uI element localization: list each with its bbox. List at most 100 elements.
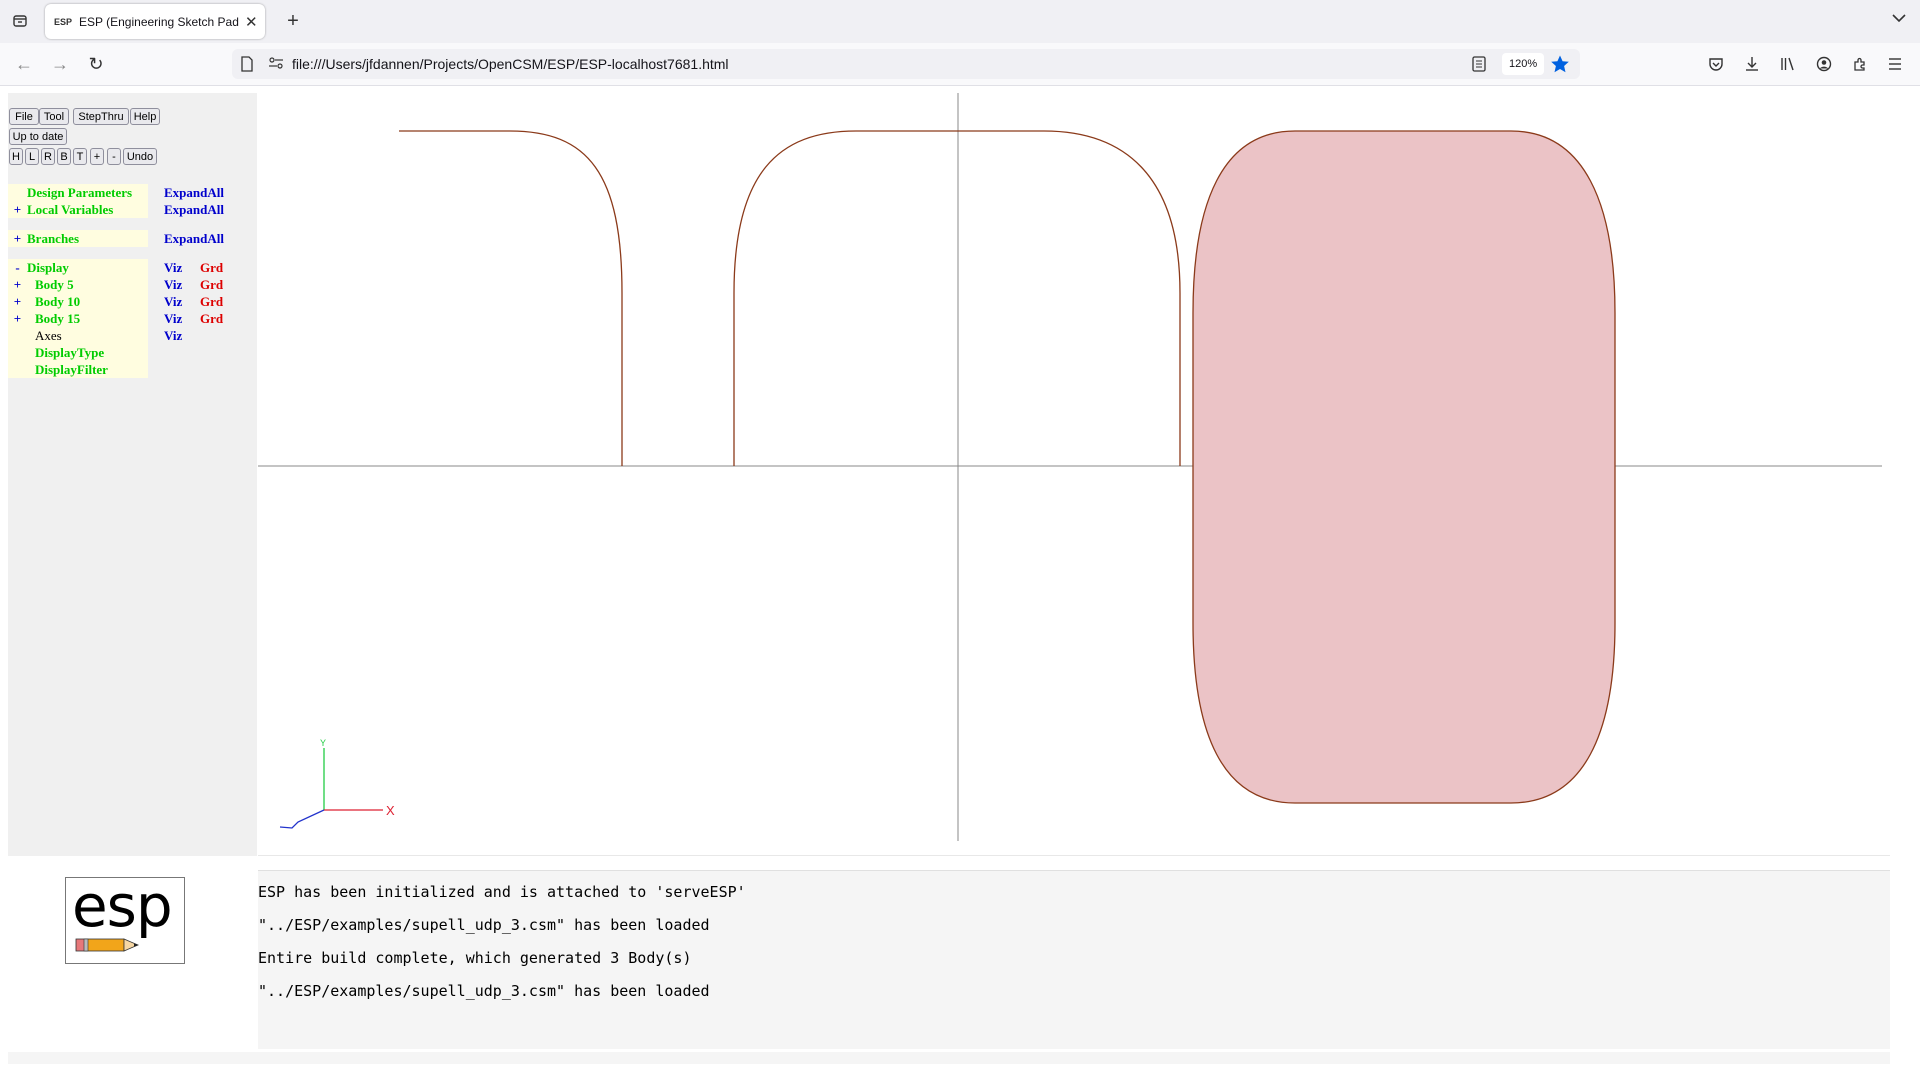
tree-toggle: [8, 327, 27, 344]
file-button[interactable]: File: [9, 108, 39, 125]
body-10-viz-toggle[interactable]: Viz: [164, 293, 182, 310]
close-tab-icon[interactable]: ✕: [245, 13, 258, 31]
zoom-in-button[interactable]: +: [90, 148, 104, 165]
reload-icon[interactable]: ↻: [84, 52, 108, 76]
tree-row-body-10: + Body 10 Viz Grd: [8, 293, 240, 310]
permissions-icon[interactable]: [268, 56, 284, 72]
tree-label-display[interactable]: Display: [27, 259, 148, 276]
tree-toggle[interactable]: +: [8, 230, 27, 247]
browser-tab[interactable]: ESP ESP (Engineering Sketch Pad, V ✕: [45, 4, 265, 39]
branches-expandall-link[interactable]: ExpandAll: [164, 230, 224, 247]
display-viz-toggle[interactable]: Viz: [164, 259, 182, 276]
tree-toggle: [8, 344, 27, 361]
view-home-button[interactable]: H: [9, 148, 23, 165]
tree-row-body-15: + Body 15 Viz Grd: [8, 310, 240, 327]
tree-toggle[interactable]: +: [8, 201, 27, 218]
tree-label-body-10[interactable]: Body 10: [27, 293, 148, 310]
view-top-button[interactable]: T: [73, 148, 87, 165]
body-5-grd-toggle[interactable]: Grd: [200, 276, 223, 293]
body-5-viz-toggle[interactable]: Viz: [164, 276, 182, 293]
account-icon[interactable]: [1814, 54, 1834, 74]
tree-label-axes: Axes: [27, 327, 148, 344]
pencil-icon: [75, 938, 140, 952]
triad-z-axis: [279, 809, 325, 829]
page-icon: [240, 56, 256, 72]
undo-button[interactable]: Undo: [123, 148, 157, 165]
tree-row-display: - Display Viz Grd: [8, 259, 240, 276]
stepthru-button[interactable]: StepThru: [73, 108, 129, 125]
scene-svg: X Y: [258, 93, 1882, 841]
list-all-tabs-chevron-icon[interactable]: [1892, 10, 1906, 26]
message-line: "../ESP/examples/supell_udp_3.csm" has b…: [258, 982, 710, 1000]
view-left-button[interactable]: L: [25, 148, 39, 165]
design-parameters-expandall-link[interactable]: ExpandAll: [164, 184, 224, 201]
local-variables-expandall-link[interactable]: ExpandAll: [164, 201, 224, 218]
up-to-date-button[interactable]: Up to date: [9, 128, 67, 145]
body-5-curve: [399, 130, 623, 466]
triad-y-label: Y: [320, 738, 326, 748]
body-15-grd-toggle[interactable]: Grd: [200, 310, 223, 327]
tool-button[interactable]: Tool: [39, 108, 69, 125]
view-bottom-button[interactable]: B: [57, 148, 71, 165]
tree-label-design-parameters[interactable]: Design Parameters: [27, 184, 148, 201]
esp-logo-text: esp: [72, 872, 173, 940]
tree-label-body-15[interactable]: Body 15: [27, 310, 148, 327]
pocket-icon[interactable]: [1706, 54, 1726, 74]
tree-label-branches[interactable]: Branches: [27, 230, 148, 247]
tree-label-displayfilter[interactable]: DisplayFilter: [27, 361, 148, 378]
tree-row-displaytype: DisplayType: [8, 344, 240, 361]
axes-viz-toggle[interactable]: Viz: [164, 327, 182, 344]
logo-panel: esp: [8, 870, 244, 1048]
zoom-level-badge[interactable]: 120%: [1502, 53, 1545, 75]
downloads-icon[interactable]: [1742, 54, 1762, 74]
tree-row-axes: Axes Viz: [8, 327, 240, 344]
tree-row-branches: + Branches ExpandAll: [8, 230, 240, 247]
favicon-icon: ESP: [54, 16, 73, 27]
tree-toggle[interactable]: +: [8, 293, 27, 310]
body-15-face: [1192, 130, 1616, 804]
esp-left-panel: File Tool StepThru Help Up to date H L R…: [8, 93, 257, 856]
message-line: "../ESP/examples/supell_udp_3.csm" has b…: [258, 916, 710, 934]
tree-row-local-variables: + Local Variables ExpandAll: [8, 201, 240, 218]
help-button[interactable]: Help: [130, 108, 160, 125]
body-10-curve: [733, 130, 1181, 466]
command-line-strip[interactable]: [8, 1052, 1890, 1064]
graphics-canvas[interactable]: X Y: [258, 93, 1890, 855]
tree-toggle[interactable]: [8, 184, 27, 201]
url-text[interactable]: file:///Users/jfdannen/Projects/OpenCSM/…: [292, 56, 729, 72]
reader-view-icon[interactable]: [1472, 56, 1488, 72]
tree-label-local-variables[interactable]: Local Variables: [27, 201, 148, 218]
scene-bottom-border: [258, 855, 1890, 856]
tree-toggle[interactable]: +: [8, 276, 27, 293]
tree-row-body-5: + Body 5 Viz Grd: [8, 276, 240, 293]
triad-x-label: X: [386, 803, 395, 818]
forward-arrow-icon[interactable]: →: [48, 52, 72, 76]
zoom-out-button[interactable]: -: [107, 148, 121, 165]
view-right-button[interactable]: R: [41, 148, 55, 165]
extensions-icon[interactable]: [1850, 54, 1870, 74]
tab-list-icon[interactable]: [8, 9, 32, 33]
new-tab-button[interactable]: +: [281, 9, 305, 33]
url-bar[interactable]: file:///Users/jfdannen/Projects/OpenCSM/…: [232, 49, 1580, 79]
library-icon[interactable]: [1778, 54, 1798, 74]
esp-logo: esp: [65, 872, 185, 964]
tree-toggle[interactable]: +: [8, 310, 27, 327]
tree-label-displaytype[interactable]: DisplayType: [27, 344, 148, 361]
tree-toggle: [8, 361, 27, 378]
tree-row-design-parameters: Design Parameters ExpandAll: [8, 184, 240, 201]
body-15-viz-toggle[interactable]: Viz: [164, 310, 182, 327]
tree-label-body-5[interactable]: Body 5: [27, 276, 148, 293]
display-grd-toggle[interactable]: Grd: [200, 259, 223, 276]
bookmark-star-icon[interactable]: [1550, 54, 1570, 74]
message-line: ESP has been initialized and is attached…: [258, 883, 746, 901]
browser-nav-bar: ← → ↻ file:///Users/jfdannen/Projects/Op…: [0, 43, 1920, 86]
menu-hamburger-icon[interactable]: [1885, 54, 1905, 74]
tree-row-displayfilter: DisplayFilter: [8, 361, 240, 378]
tree-toggle[interactable]: -: [8, 259, 27, 276]
message-line: Entire build complete, which generated 3…: [258, 949, 692, 967]
message-window[interactable]: ESP has been initialized and is attached…: [258, 870, 1890, 1049]
browser-tab-bar: ESP ESP (Engineering Sketch Pad, V ✕ +: [0, 0, 1920, 43]
tab-title: ESP (Engineering Sketch Pad, V: [79, 14, 239, 29]
body-10-grd-toggle[interactable]: Grd: [200, 293, 223, 310]
back-arrow-icon[interactable]: ←: [12, 52, 36, 76]
